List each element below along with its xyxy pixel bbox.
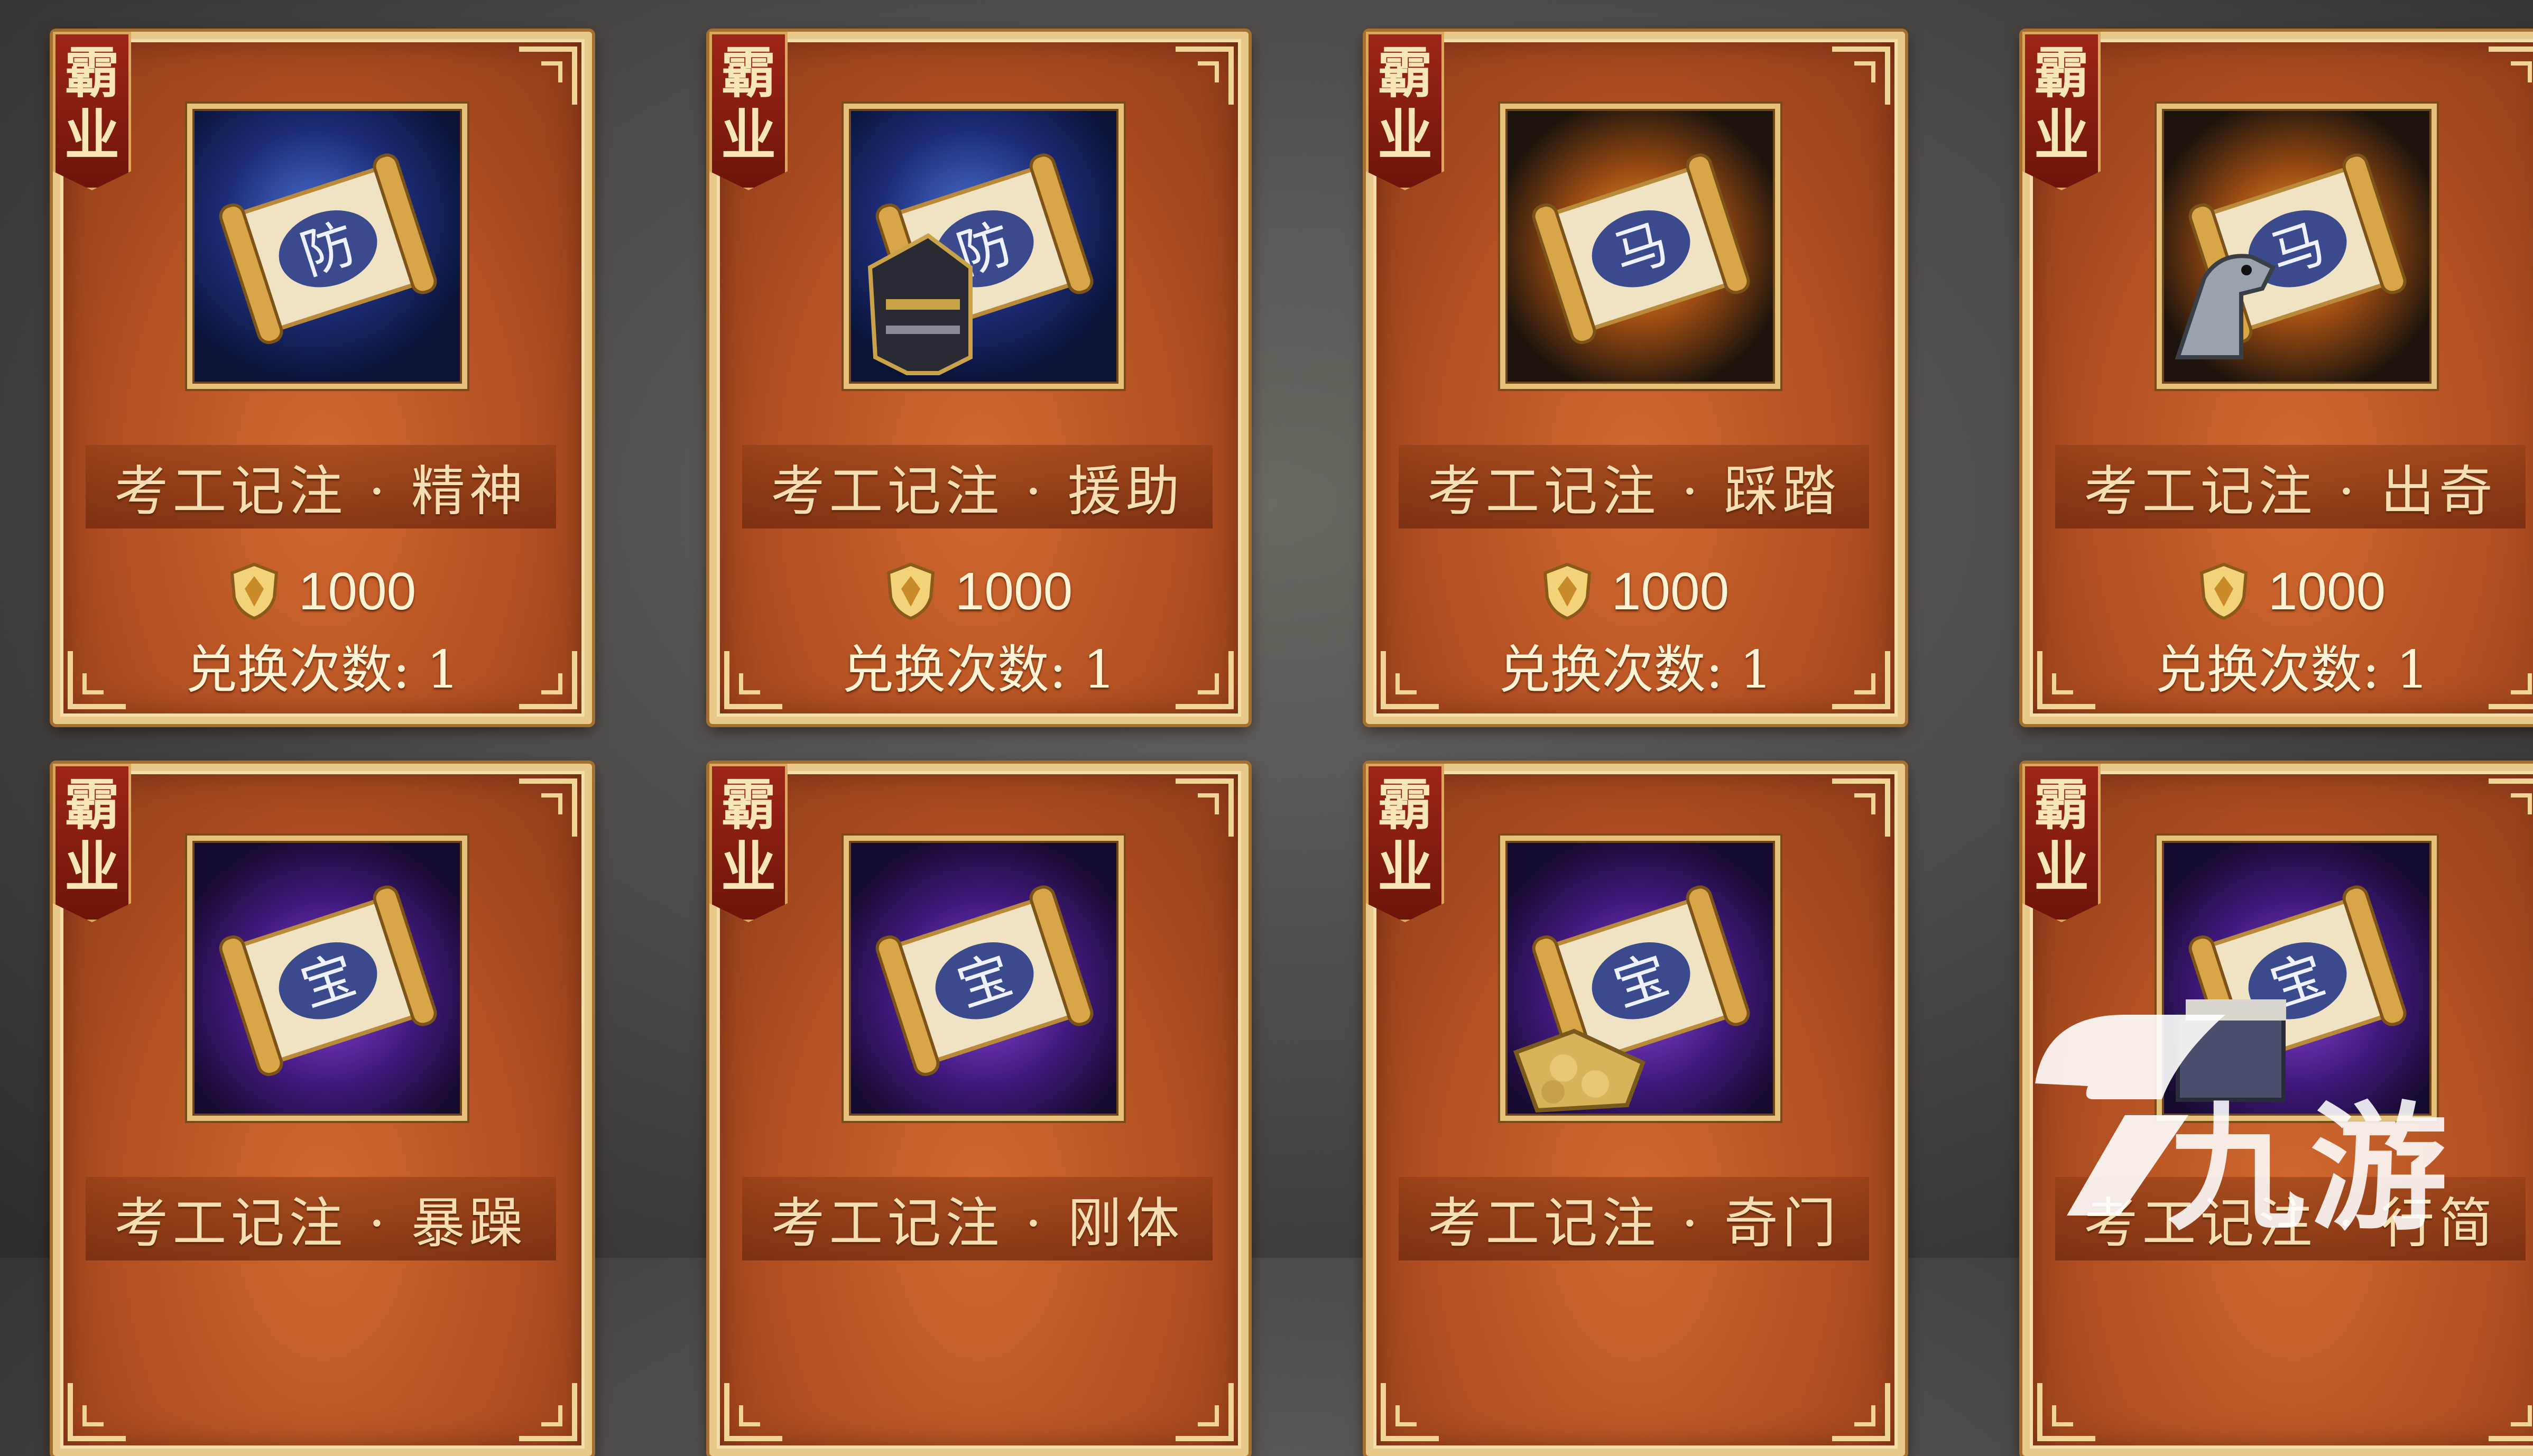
- corner-ornament: [1176, 47, 1234, 105]
- corner-ornament: [519, 778, 577, 837]
- scroll-fang-icon[interactable]: 防: [187, 104, 467, 389]
- badge-char: 业: [2033, 103, 2089, 168]
- item-cost: 1000: [1373, 557, 1898, 626]
- baye-badge: 霸业: [53, 764, 131, 922]
- badge-char: 业: [1377, 834, 1432, 899]
- item-name: 考工记注 · 出奇: [2055, 445, 2526, 528]
- corner-ornament: [1381, 1383, 1439, 1441]
- shield-gem-icon: [1543, 562, 1591, 620]
- baye-badge: 霸业: [709, 32, 788, 190]
- corner-ornament: [1832, 1383, 1890, 1441]
- badge-char: 业: [1377, 103, 1432, 168]
- price-value: 1000: [955, 561, 1073, 621]
- corner-ornament: [519, 47, 577, 105]
- badge-char: 霸: [64, 772, 119, 837]
- baye-badge: 霸业: [1366, 764, 1444, 922]
- corner-ornament: [1832, 778, 1890, 837]
- baye-badge: 霸业: [709, 764, 788, 922]
- corner-ornament: [724, 1383, 782, 1441]
- exchange-count: 兑换次数: 1: [2155, 640, 2429, 700]
- badge-char: 霸: [1377, 772, 1432, 837]
- scroll-bao-coins-icon[interactable]: 宝: [1500, 836, 1780, 1121]
- shield-gem-icon: [230, 562, 278, 620]
- item-name: 考工记注 · 刚体: [742, 1177, 1213, 1260]
- scroll-bao-icon[interactable]: 宝: [844, 836, 1124, 1121]
- exchange-count: 兑换次数: 1: [842, 640, 1116, 700]
- item-name: 考工记注 · 踩踏: [1399, 445, 1869, 528]
- badge-char: 霸: [720, 40, 776, 105]
- badge-char: 业: [2033, 834, 2089, 899]
- item-name: 考工记注 · 援助: [742, 445, 1213, 528]
- item-cost: 1000: [717, 557, 1241, 626]
- shield-gem-icon: [886, 562, 935, 620]
- watermark-text: 九游: [2167, 1090, 2453, 1249]
- scroll-fang-armor-icon[interactable]: 防: [844, 104, 1124, 389]
- item-name: 考工记注 · 奇门: [1399, 1177, 1869, 1260]
- exchange-card[interactable]: 霸业马考工记注 · 踩踏 1000 兑换次数: 1: [1366, 32, 1905, 724]
- price-value: 1000: [1611, 561, 1730, 621]
- corner-ornament: [519, 1383, 577, 1441]
- exchange-count: 兑换次数: 1: [185, 640, 460, 700]
- baye-badge: 霸业: [2022, 32, 2101, 190]
- baye-badge: 霸业: [1366, 32, 1444, 190]
- exchange-card[interactable]: 霸业防考工记注 · 精神 1000 兑换次数: 1: [53, 32, 592, 724]
- badge-char: 业: [720, 834, 776, 899]
- badge-char: 霸: [2033, 40, 2089, 105]
- exchange-card[interactable]: 霸业宝考工记注 · 刚体: [709, 764, 1249, 1456]
- exchange-card[interactable]: 霸业马考工记注 · 出奇 1000 兑换次数: 1: [2022, 32, 2533, 724]
- corner-ornament: [1832, 47, 1890, 105]
- exchange-card[interactable]: 霸业宝考工记注 · 暴躁: [53, 764, 592, 1456]
- scroll-ma-icon[interactable]: 马: [1500, 104, 1780, 389]
- item-cost: 1000: [60, 557, 585, 626]
- scroll-ma-horse-icon[interactable]: 马: [2157, 104, 2437, 389]
- corner-ornament: [1176, 1383, 1234, 1441]
- item-name: 考工记注 · 暴躁: [86, 1177, 556, 1260]
- badge-char: 业: [64, 834, 119, 899]
- price-value: 1000: [298, 561, 417, 621]
- item-name: 考工记注 · 精神: [86, 445, 556, 528]
- price-value: 1000: [2268, 561, 2386, 621]
- badge-char: 业: [64, 103, 119, 168]
- exchange-card[interactable]: 霸业宝考工记注 · 奇门: [1366, 764, 1905, 1456]
- badge-char: 霸: [2033, 772, 2089, 837]
- badge-char: 业: [720, 103, 776, 168]
- badge-char: 霸: [1377, 40, 1432, 105]
- item-cost: 1000: [2030, 557, 2533, 626]
- corner-ornament: [2489, 778, 2533, 837]
- corner-ornament: [2489, 47, 2533, 105]
- corner-ornament: [2489, 1383, 2533, 1441]
- corner-ornament: [68, 1383, 126, 1441]
- exchange-card[interactable]: 霸业防考工记注 · 援助 1000 兑换次数: 1: [709, 32, 1249, 724]
- badge-char: 霸: [720, 772, 776, 837]
- baye-badge: 霸业: [2022, 764, 2101, 922]
- corner-ornament: [1176, 778, 1234, 837]
- badge-char: 霸: [64, 40, 119, 105]
- corner-ornament: [2037, 1383, 2095, 1441]
- exchange-count: 兑换次数: 1: [1498, 640, 1773, 700]
- shield-gem-icon: [2199, 562, 2248, 620]
- baye-badge: 霸业: [53, 32, 131, 190]
- scroll-bao-icon[interactable]: 宝: [187, 836, 467, 1121]
